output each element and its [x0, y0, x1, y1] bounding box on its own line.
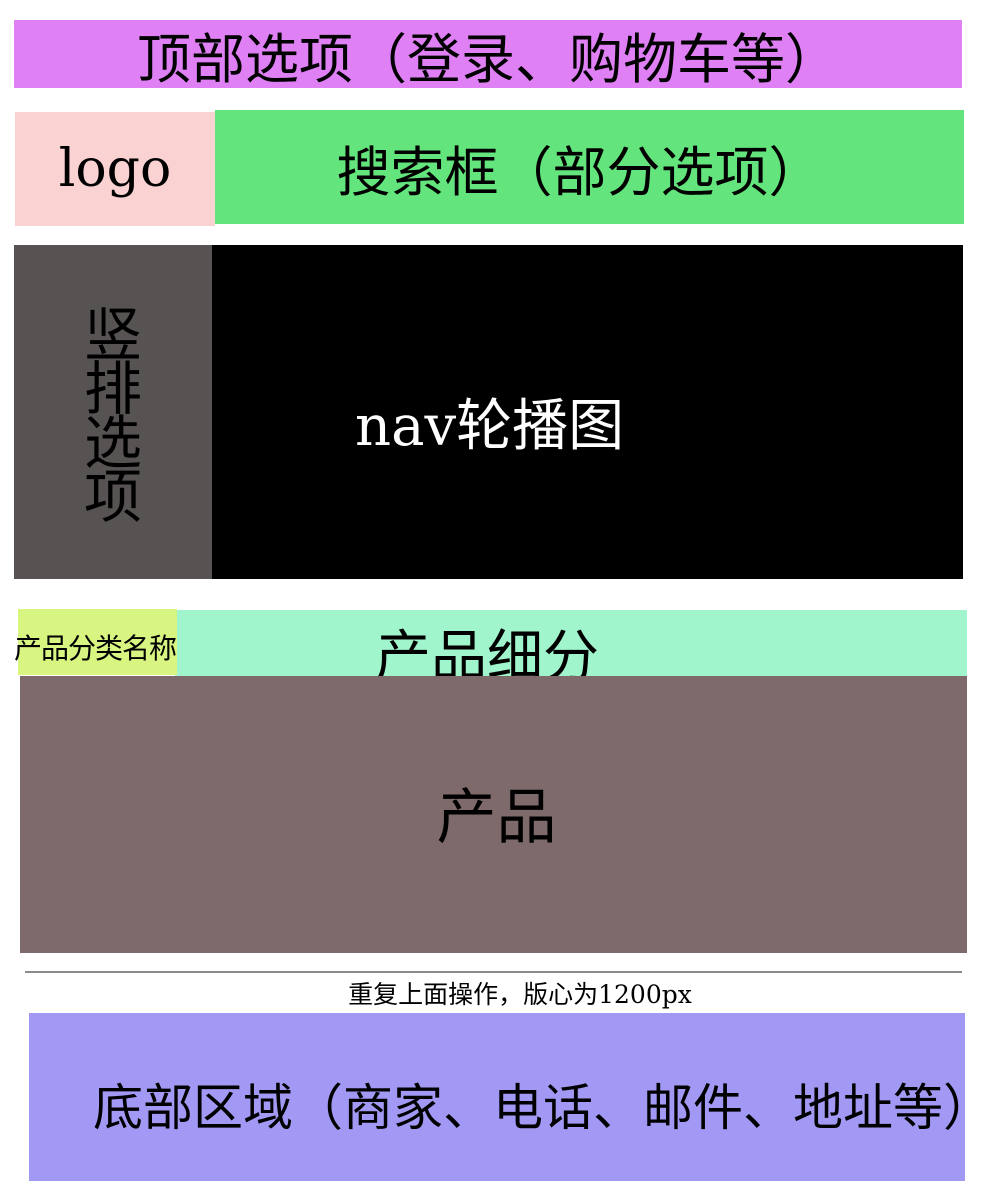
nav-carousel-area: nav轮播图 [212, 245, 963, 579]
vertical-options-label: 竖排选项 [74, 304, 142, 520]
search-label: 搜索框（部分选项） [336, 140, 823, 204]
repeat-note: 重复上面操作，版心为1200px [20, 975, 1000, 1011]
product-category-name-label: 产品分类名称 [14, 632, 177, 665]
product-category-name-area: 产品分类名称 [14, 609, 177, 675]
logo-area: logo [15, 112, 215, 226]
footer-label: 底部区域（商家、电话、邮件、地址等） [93, 1079, 993, 1137]
logo-label: logo [58, 139, 172, 199]
section-divider [25, 971, 962, 973]
top-options-label: 顶部选项（登录、购物车等） [137, 27, 839, 91]
top-options-bar: 顶部选项（登录、购物车等） [14, 20, 962, 91]
footer-area: 底部区域（商家、电话、邮件、地址等） [29, 1013, 993, 1181]
nav-carousel-label: nav轮播图 [355, 394, 625, 459]
products-label: 产品 [436, 783, 557, 853]
vertical-options-area: 竖排选项 [14, 245, 212, 579]
products-area: 产品 [20, 676, 967, 953]
product-subdivision-area: 产品细分 [175, 610, 967, 690]
repeat-note-label: 重复上面操作，版心为1200px [348, 980, 692, 1009]
search-area: 搜索框（部分选项） [215, 110, 964, 224]
